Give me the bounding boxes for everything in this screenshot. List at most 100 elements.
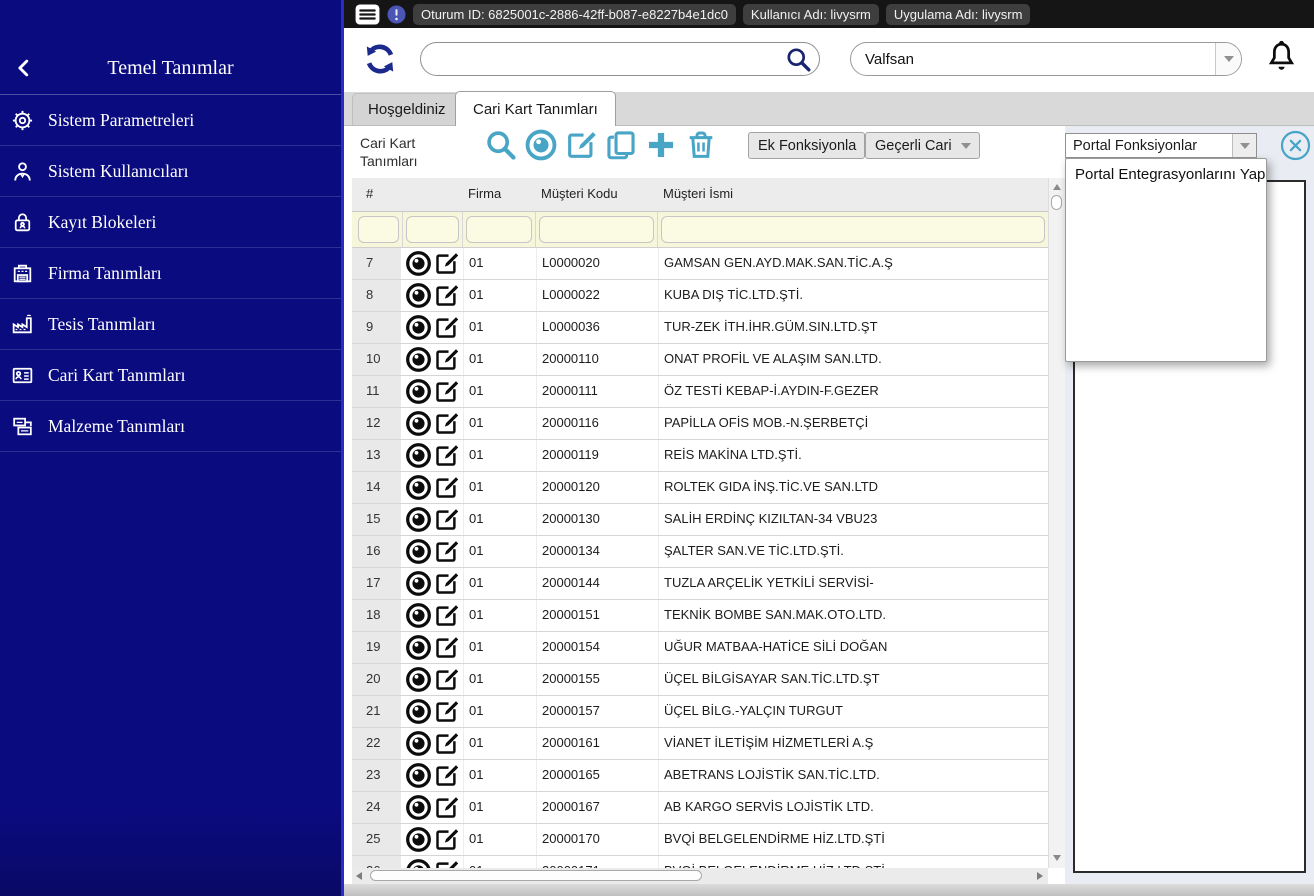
record-icon[interactable] [405, 442, 432, 469]
record-icon[interactable] [405, 602, 432, 629]
record-icon[interactable] [405, 282, 432, 309]
edit-icon[interactable] [433, 762, 460, 789]
company-select[interactable]: Valfsan [850, 42, 1242, 76]
edit-icon[interactable] [433, 442, 460, 469]
table-row[interactable]: 16 01 20000134 ŞALTER SAN.VE TİC.LTD.ŞTİ… [352, 536, 1048, 568]
filter-input-musteri-kodu[interactable] [539, 216, 654, 243]
table-row[interactable]: 10 01 20000110 ONAT PROFİL VE ALAŞIM SAN… [352, 344, 1048, 376]
record-icon[interactable] [405, 826, 432, 853]
edit-icon[interactable] [433, 282, 460, 309]
edit-icon[interactable] [433, 858, 460, 868]
column-header-musteri-kodu[interactable]: Müşteri Kodu [536, 178, 658, 211]
horizontal-scrollbar-thumb[interactable] [370, 870, 702, 881]
column-header-num[interactable]: # [352, 178, 403, 211]
scroll-down-icon[interactable] [1053, 855, 1061, 861]
table-row[interactable]: 17 01 20000144 TUZLA ARÇELİK YETKİLİ SER… [352, 568, 1048, 600]
column-header-musteri-ismi[interactable]: Müşteri İsmi [658, 178, 1048, 211]
edit-icon[interactable] [564, 128, 598, 162]
record-icon[interactable] [405, 474, 432, 501]
edit-icon[interactable] [433, 634, 460, 661]
filter-input-musteri-ismi[interactable] [661, 216, 1045, 243]
table-row[interactable]: 20 01 20000155 ÜÇEL BİLGİSAYAR SAN.TİC.L… [352, 664, 1048, 696]
edit-icon[interactable] [433, 538, 460, 565]
edit-icon[interactable] [433, 506, 460, 533]
menu-item-portal-entegrasyonlarini-yap[interactable]: Portal Entegrasyonlarını Yap [1066, 159, 1266, 190]
chevron-down-icon[interactable] [1215, 43, 1241, 75]
sidebar-item-tesis-tanimlari[interactable]: Tesis Tanımları [0, 299, 341, 350]
filter-input-num[interactable] [358, 216, 399, 243]
table-row[interactable]: 8 01 L0000022 KUBA DIŞ TİC.LTD.ŞTİ. [352, 280, 1048, 312]
bell-icon[interactable] [1265, 37, 1298, 75]
close-icon[interactable] [1280, 130, 1311, 161]
search-icon[interactable] [785, 46, 812, 73]
delete-icon[interactable] [684, 128, 718, 162]
record-icon[interactable] [405, 506, 432, 533]
hamburger-menu-icon[interactable] [355, 3, 380, 25]
edit-icon[interactable] [433, 410, 460, 437]
column-header-icons[interactable] [403, 178, 463, 211]
record-icon[interactable] [405, 858, 432, 868]
sidebar-item-sistem-kullanicilari[interactable]: Sistem Kullanıcıları [0, 146, 341, 197]
table-row[interactable]: 14 01 20000120 ROLTEK GIDA İNŞ.TİC.VE SA… [352, 472, 1048, 504]
table-row[interactable]: 23 01 20000165 ABETRANS LOJİSTİK SAN.TİC… [352, 760, 1048, 792]
sidebar-item-malzeme-tanimlari[interactable]: Malzeme Tanımları [0, 401, 341, 452]
table-row[interactable]: 12 01 20000116 PAPİLLA OFİS MOB.-N.ŞERBE… [352, 408, 1048, 440]
record-icon[interactable] [405, 794, 432, 821]
tab-hosgeldiniz[interactable]: Hoşgeldiniz [352, 93, 462, 125]
edit-icon[interactable] [433, 794, 460, 821]
edit-icon[interactable] [433, 730, 460, 757]
info-icon[interactable] [387, 4, 406, 24]
record-icon[interactable] [405, 378, 432, 405]
record-icon[interactable] [405, 538, 432, 565]
add-icon[interactable] [644, 128, 678, 162]
record-icon[interactable] [405, 730, 432, 757]
tab-cari-kart-tanimlari[interactable]: Cari Kart Tanımları [455, 91, 616, 126]
table-row[interactable]: 24 01 20000167 AB KARGO SERVİS LOJİSTİK … [352, 792, 1048, 824]
table-row[interactable]: 25 01 20000170 BVQİ BELGELENDİRME HİZ.LT… [352, 824, 1048, 856]
table-row[interactable]: 9 01 L0000036 TUR-ZEK İTH.İHR.GÜM.SIN.LT… [352, 312, 1048, 344]
edit-icon[interactable] [433, 474, 460, 501]
scroll-right-icon[interactable] [1037, 872, 1043, 880]
table-row[interactable]: 7 01 L0000020 GAMSAN GEN.AYD.MAK.SAN.TİC… [352, 248, 1048, 280]
table-row[interactable]: 13 01 20000119 REİS MAKİNA LTD.ŞTİ. [352, 440, 1048, 472]
copy-icon[interactable] [604, 128, 638, 162]
sidebar-item-sistem-parametreleri[interactable]: Sistem Parametreleri [0, 95, 341, 146]
record-icon[interactable] [405, 698, 432, 725]
table-row[interactable]: 21 01 20000157 ÜÇEL BİLG.-YALÇIN TURGUT [352, 696, 1048, 728]
portal-functions-dropdown[interactable]: Portal Fonksiyonlar [1065, 133, 1257, 158]
search-input[interactable] [421, 50, 785, 68]
edit-icon[interactable] [433, 826, 460, 853]
record-icon[interactable] [405, 250, 432, 277]
record-icon[interactable] [405, 314, 432, 341]
edit-icon[interactable] [433, 698, 460, 725]
search-icon[interactable] [484, 128, 518, 162]
table-row[interactable]: 18 01 20000151 TEKNİK BOMBE SAN.MAK.OTO.… [352, 600, 1048, 632]
vertical-scrollbar[interactable] [1048, 178, 1065, 868]
edit-icon[interactable] [433, 570, 460, 597]
table-row[interactable]: 11 01 20000111 ÖZ TESTİ KEBAP-İ.AYDIN-F.… [352, 376, 1048, 408]
record-icon[interactable] [405, 666, 432, 693]
edit-icon[interactable] [433, 346, 460, 373]
record-icon[interactable] [405, 570, 432, 597]
column-header-firma[interactable]: Firma [463, 178, 536, 211]
edit-icon[interactable] [433, 250, 460, 277]
table-row[interactable]: 15 01 20000130 SALİH ERDİNÇ KIZILTAN-34 … [352, 504, 1048, 536]
record-icon[interactable] [405, 410, 432, 437]
scroll-left-icon[interactable] [356, 872, 362, 880]
vertical-scrollbar-thumb[interactable] [1051, 195, 1062, 210]
record-icon[interactable] [405, 634, 432, 661]
record-icon[interactable] [524, 128, 558, 162]
record-icon[interactable] [405, 346, 432, 373]
table-row[interactable]: 22 01 20000161 VİANET İLETİŞİM HİZMETLER… [352, 728, 1048, 760]
table-row[interactable]: 19 01 20000154 UĞUR MATBAA-HATİCE SİLİ D… [352, 632, 1048, 664]
scroll-up-icon[interactable] [1053, 184, 1061, 190]
sidebar-item-kayit-blokeleri[interactable]: Kayıt Blokeleri [0, 197, 341, 248]
record-icon[interactable] [405, 762, 432, 789]
edit-icon[interactable] [433, 314, 460, 341]
edit-icon[interactable] [433, 666, 460, 693]
current-account-dropdown[interactable]: Geçerli Cari [865, 132, 980, 159]
filter-input-firma[interactable] [466, 216, 532, 243]
extra-functions-dropdown[interactable]: Ek Fonksiyonla [748, 132, 875, 159]
edit-icon[interactable] [433, 602, 460, 629]
horizontal-scrollbar[interactable] [352, 868, 1048, 884]
